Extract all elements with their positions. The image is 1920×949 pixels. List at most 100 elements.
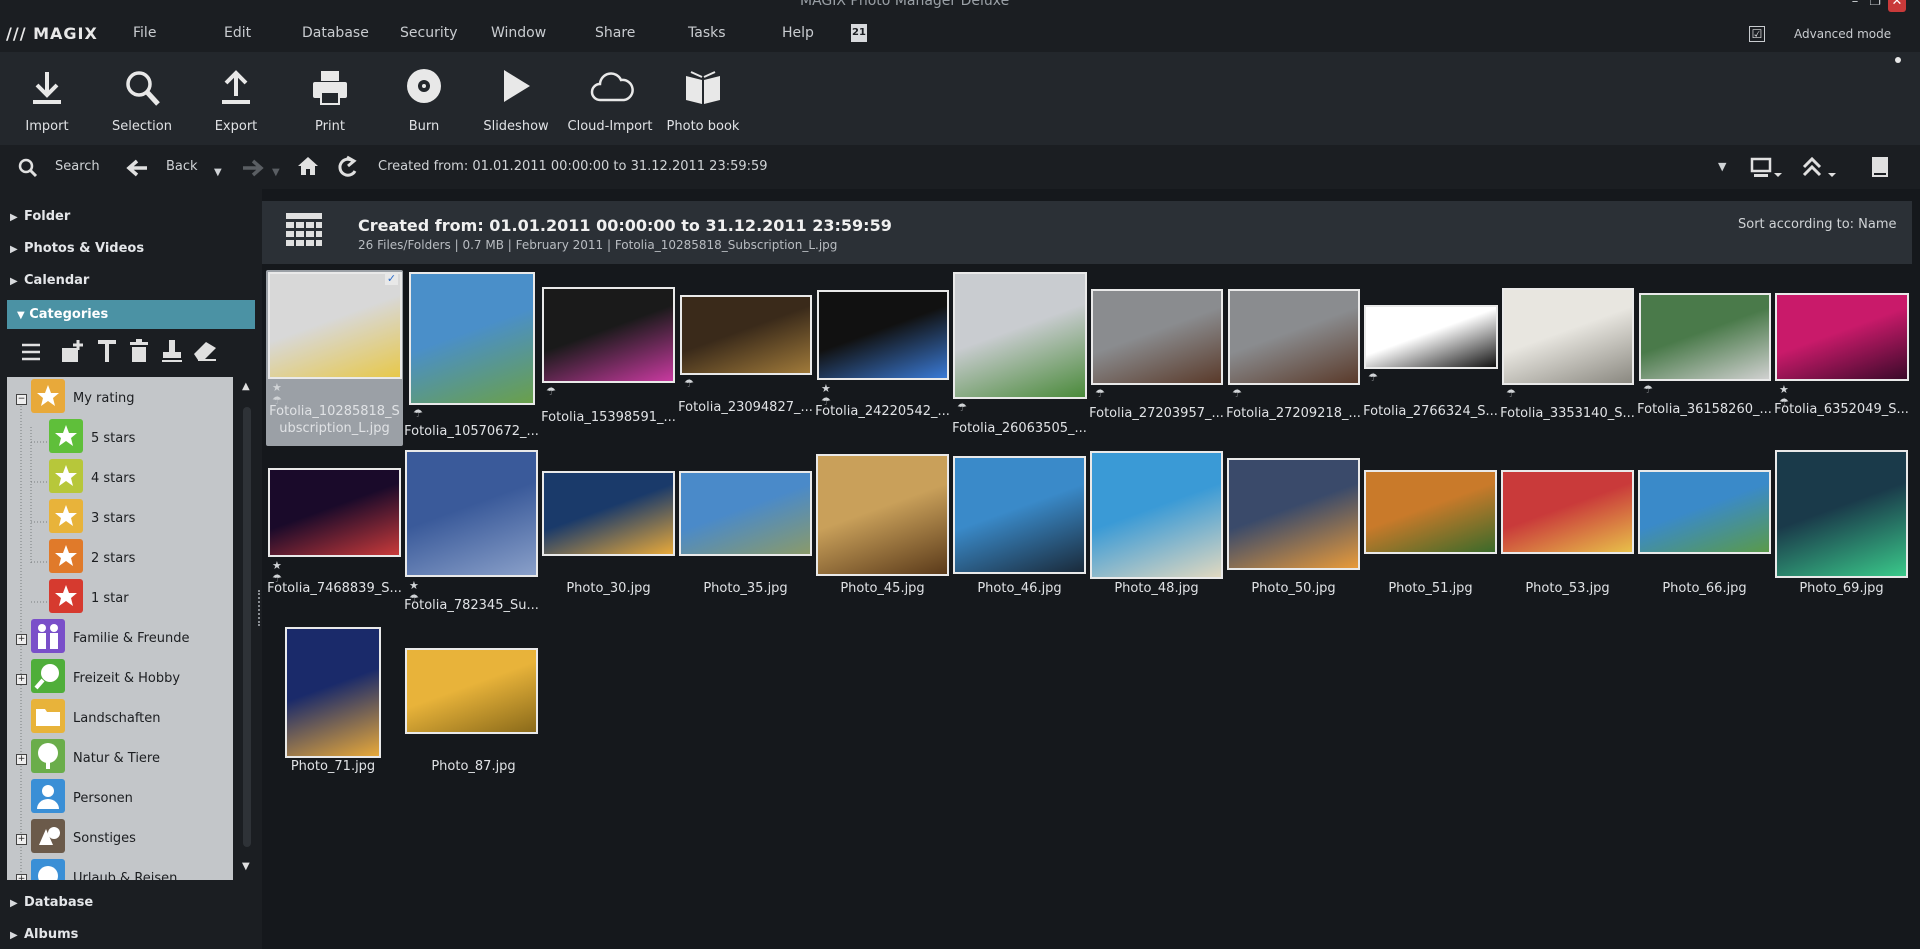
section-photos-videos[interactable]: ▶ Photos & Videos bbox=[10, 241, 144, 256]
menu-window[interactable]: Window bbox=[491, 25, 546, 41]
rating-star-icon[interactable]: ★ bbox=[1779, 383, 1789, 396]
scroll-up-icon[interactable]: ▲ bbox=[242, 381, 250, 392]
info-panel-icon[interactable] bbox=[1870, 155, 1892, 181]
thumbnail-caption-line2: ubscription_L.jpg bbox=[279, 421, 390, 436]
list-menu-icon[interactable] bbox=[20, 341, 42, 363]
thumbnail-image[interactable] bbox=[1364, 470, 1497, 554]
thumbnail-image[interactable] bbox=[1775, 293, 1909, 381]
view-dropdown-chevron-icon[interactable]: ▼ bbox=[1718, 160, 1726, 173]
rename-text-icon[interactable] bbox=[96, 338, 118, 364]
menu-share[interactable]: Share bbox=[595, 25, 635, 41]
forward-history-chevron-icon[interactable]: ▼ bbox=[272, 167, 280, 178]
import-button[interactable]: Import bbox=[0, 52, 97, 145]
shapes-icon bbox=[31, 819, 65, 853]
home-icon[interactable] bbox=[296, 155, 320, 177]
scroll-thumb[interactable] bbox=[243, 407, 251, 847]
search-icon[interactable] bbox=[18, 158, 38, 178]
selection-button[interactable]: Selection bbox=[92, 52, 192, 145]
menu-database[interactable]: Database bbox=[302, 25, 369, 41]
thumbnail-image[interactable] bbox=[405, 450, 538, 577]
add-category-icon[interactable] bbox=[60, 338, 86, 364]
thumbnail-image[interactable] bbox=[953, 456, 1086, 574]
star-icon bbox=[49, 539, 83, 573]
thumbnail-image[interactable] bbox=[816, 454, 949, 576]
forward-arrow-icon[interactable] bbox=[241, 158, 265, 178]
search-button[interactable]: Search bbox=[55, 159, 100, 174]
thumbnail-image[interactable] bbox=[1502, 288, 1634, 385]
cloud-import-button[interactable]: Cloud-Import bbox=[560, 52, 660, 145]
cloud-icon bbox=[590, 72, 634, 102]
thumbnail-image[interactable] bbox=[268, 468, 401, 557]
thumbnail-image[interactable] bbox=[679, 471, 812, 556]
sort-label[interactable]: Sort according to: Name bbox=[1738, 217, 1897, 232]
expand-toggle[interactable]: + bbox=[16, 674, 27, 685]
restore-icon[interactable]: ❐ bbox=[1866, 0, 1884, 12]
print-button[interactable]: Print bbox=[280, 52, 380, 145]
stamp-icon[interactable] bbox=[160, 338, 184, 364]
thumbnail-image[interactable] bbox=[817, 290, 949, 380]
menu-help[interactable]: Help bbox=[782, 25, 814, 41]
rating-star-icon[interactable]: ★ bbox=[272, 559, 282, 572]
thumbnail-image[interactable] bbox=[1775, 450, 1908, 578]
thumbnail-image[interactable] bbox=[1227, 458, 1360, 570]
rating-star-icon[interactable]: ★ bbox=[272, 381, 282, 394]
thumbnail-image[interactable] bbox=[1501, 470, 1634, 554]
thumbnail-select-checkbox[interactable]: ✓ bbox=[385, 272, 398, 285]
thumbnail-image[interactable] bbox=[542, 287, 675, 383]
star-icon bbox=[49, 499, 83, 533]
advanced-mode-checkbox[interactable]: ☑ bbox=[1749, 26, 1765, 42]
back-arrow-icon[interactable] bbox=[125, 158, 149, 178]
expand-toggle[interactable]: + bbox=[16, 634, 27, 645]
scroll-down-icon[interactable]: ▼ bbox=[242, 861, 250, 872]
menu-file[interactable]: File bbox=[133, 25, 156, 41]
section-albums[interactable]: ▶ Albums bbox=[10, 927, 78, 942]
collapse-toggle[interactable]: − bbox=[16, 394, 27, 405]
thumbnail-image[interactable] bbox=[1091, 289, 1223, 385]
thumbnail-image[interactable] bbox=[953, 272, 1087, 399]
calendar-badge-icon[interactable]: 21 bbox=[851, 24, 867, 42]
thumbnail-image[interactable] bbox=[542, 471, 675, 556]
thumbnail-image[interactable] bbox=[1090, 451, 1223, 579]
thumbnail-image[interactable] bbox=[1639, 293, 1771, 381]
delete-trash-icon[interactable] bbox=[128, 338, 150, 364]
refresh-icon[interactable] bbox=[337, 155, 359, 179]
thumbnail-caption: Photo_69.jpg bbox=[1799, 581, 1884, 596]
thumbnail-caption: Photo_30.jpg bbox=[566, 581, 651, 596]
section-database[interactable]: ▶ Database bbox=[10, 895, 93, 910]
back-button[interactable]: Back bbox=[166, 159, 198, 174]
slideshow-button[interactable]: Slideshow bbox=[466, 52, 566, 145]
thumbnail-image[interactable] bbox=[409, 272, 535, 405]
menu-edit[interactable]: Edit bbox=[224, 25, 251, 41]
thumbnail-image[interactable] bbox=[1638, 470, 1771, 554]
export-button[interactable]: Export bbox=[186, 52, 286, 145]
play-icon bbox=[504, 70, 530, 102]
thumbnail-image[interactable] bbox=[1364, 305, 1498, 369]
thumbnail-image[interactable] bbox=[285, 627, 381, 758]
menu-tasks[interactable]: Tasks bbox=[688, 25, 726, 41]
burn-button[interactable]: Burn bbox=[374, 52, 474, 145]
eraser-icon[interactable] bbox=[192, 340, 218, 362]
thumbnail-image[interactable] bbox=[405, 648, 538, 734]
thumbnail-image[interactable] bbox=[1228, 289, 1360, 385]
thumbnail-image[interactable] bbox=[268, 272, 402, 379]
minimize-icon[interactable]: – bbox=[1846, 0, 1864, 12]
layout-view-icon[interactable] bbox=[1750, 157, 1784, 183]
expand-toggle[interactable]: + bbox=[16, 754, 27, 765]
info-marker-icon: ☂ bbox=[1643, 383, 1653, 396]
thumbnail-caption: Fotolia_15398591_... bbox=[541, 410, 676, 425]
rating-star-icon[interactable]: ★ bbox=[409, 579, 419, 592]
panel-splitter[interactable] bbox=[258, 590, 262, 626]
section-categories[interactable]: ▼ Categories bbox=[7, 300, 255, 329]
sort-order-icon[interactable] bbox=[1800, 155, 1840, 183]
section-folder[interactable]: ▶ Folder bbox=[10, 209, 70, 224]
menu-security[interactable]: Security bbox=[400, 25, 458, 41]
thumbnail-image[interactable] bbox=[680, 295, 812, 375]
tree-scrollbar[interactable]: ▲ ▼ bbox=[240, 377, 254, 880]
back-history-chevron-icon[interactable]: ▼ bbox=[214, 167, 222, 178]
expand-toggle[interactable]: + bbox=[16, 874, 27, 880]
expand-toggle[interactable]: + bbox=[16, 834, 27, 845]
photo-book-button[interactable]: Photo book bbox=[653, 52, 753, 145]
section-calendar[interactable]: ▶ Calendar bbox=[10, 273, 89, 288]
rating-star-icon[interactable]: ★ bbox=[821, 382, 831, 395]
close-icon[interactable]: ✕ bbox=[1888, 0, 1906, 12]
